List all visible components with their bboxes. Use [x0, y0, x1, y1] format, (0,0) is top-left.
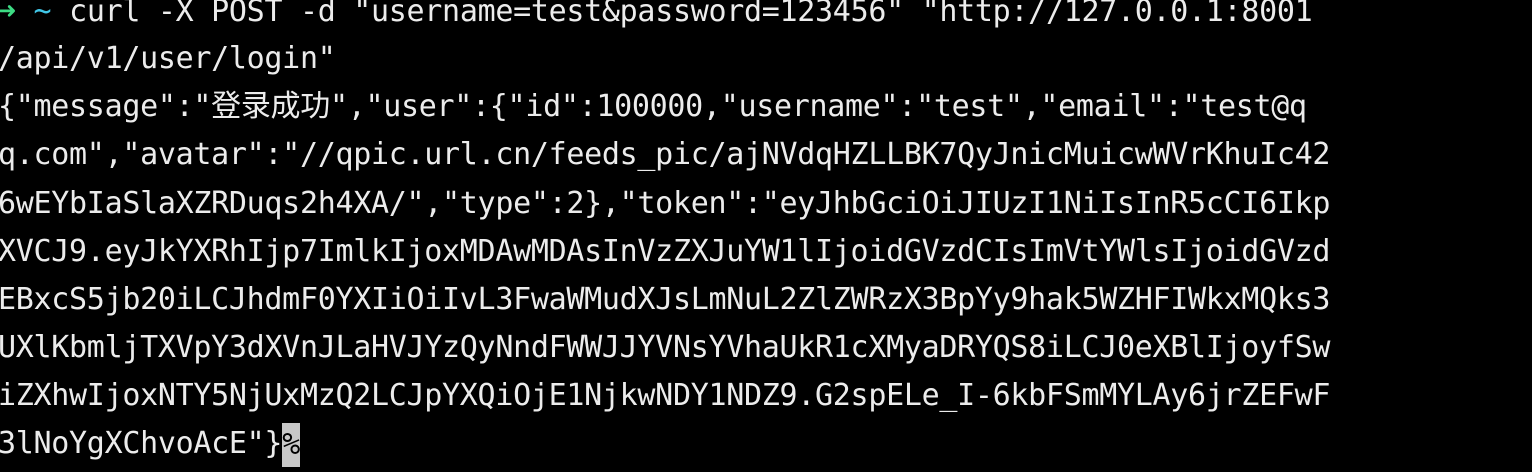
output-line: /api/v1/user/login" [0, 41, 336, 76]
output-last-text: 3lNoYgXChvoAcE"} [0, 426, 283, 461]
output-line: q.com","avatar":"//qpic.url.cn/feeds_pic… [0, 137, 1331, 172]
command-line: ➜ ~ curl -X POST -d "username=test&passw… [0, 0, 1313, 36]
command-text: curl -X POST -d "username=test&password=… [69, 0, 1313, 29]
terminal-window[interactable]: ➜ ~ curl -X POST -d "username=test&passw… [0, 0, 1532, 472]
output-line: UXlKbmljTXVpY3dXVnJLaHVJYzQyNndFWWJJYVNs… [0, 330, 1331, 365]
output-line: XVCJ9.eyJkYXRhIjp7ImlkIjoxMDAwMDAsInVzZX… [0, 234, 1331, 269]
output-line: EBxcS5jb20iLCJhdmF0YXIiOiIvL3FwaWMudXJsL… [0, 282, 1331, 317]
output-line: iZXhwIjoxNTY5NjUxMzQ2LCJpYXQiOjE1NjkwNDY… [0, 378, 1331, 413]
output-line: {"message":"登录成功","user":{"id":100000,"u… [0, 89, 1307, 124]
output-line: 6wEYbIaSlaXZRDuqs2h4XA/","type":2},"toke… [0, 186, 1331, 221]
output-last-line: 3lNoYgXChvoAcE"}% [0, 420, 300, 468]
prompt-arrow-icon: ➜ [0, 0, 16, 29]
terminal-cursor: % [282, 422, 300, 467]
prompt-directory: ~ [33, 0, 52, 29]
